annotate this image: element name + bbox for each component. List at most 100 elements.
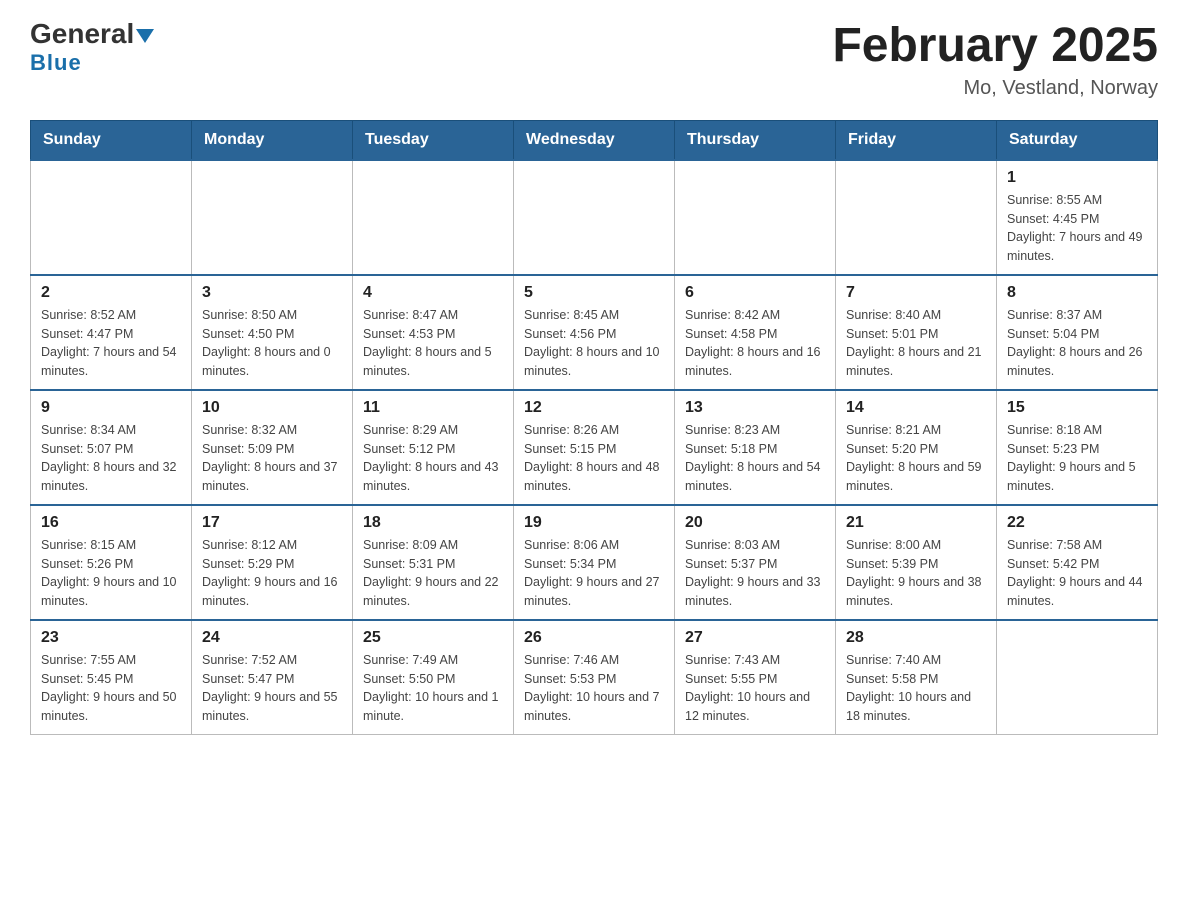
calendar-cell: 27 Sunrise: 7:43 AMSunset: 5:55 PMDayligh… [675,620,836,735]
day-info: Sunrise: 8:15 AMSunset: 5:26 PMDaylight:… [41,536,181,611]
calendar-cell: 28 Sunrise: 7:40 AMSunset: 5:58 PMDayligh… [836,620,997,735]
day-info: Sunrise: 8:55 AMSunset: 4:45 PMDaylight:… [1007,191,1147,266]
week-row-0: 1 Sunrise: 8:55 AMSunset: 4:45 PMDaylight… [31,160,1158,275]
col-thursday: Thursday [675,120,836,160]
day-number: 12 [524,399,664,417]
day-number: 16 [41,514,181,532]
day-number: 10 [202,399,342,417]
day-info: Sunrise: 8:52 AMSunset: 4:47 PMDaylight:… [41,306,181,381]
calendar-cell: 9 Sunrise: 8:34 AMSunset: 5:07 PMDaylight… [31,390,192,505]
day-info: Sunrise: 8:21 AMSunset: 5:20 PMDaylight:… [846,421,986,496]
day-info: Sunrise: 7:52 AMSunset: 5:47 PMDaylight:… [202,651,342,726]
calendar-cell: 25Sunrise: 7:49 AMSunset: 5:50 PMDayligh… [353,620,514,735]
day-info: Sunrise: 8:03 AMSunset: 5:37 PMDaylight:… [685,536,825,611]
calendar-cell: 15Sunrise: 8:18 AMSunset: 5:23 PMDayligh… [997,390,1158,505]
day-number: 21 [846,514,986,532]
day-number: 17 [202,514,342,532]
calendar-cell: 8 Sunrise: 8:37 AMSunset: 5:04 PMDaylight… [997,275,1158,390]
calendar-cell: 14 Sunrise: 8:21 AMSunset: 5:20 PMDayligh… [836,390,997,505]
calendar-cell [192,160,353,275]
day-number: 8 [1007,284,1147,302]
logo-blue: Blue [30,50,82,76]
calendar-cell: 20 Sunrise: 8:03 AMSunset: 5:37 PMDayligh… [675,505,836,620]
calendar-cell: 2 Sunrise: 8:52 AMSunset: 4:47 PMDaylight… [31,275,192,390]
calendar-cell: 22 Sunrise: 7:58 AMSunset: 5:42 PMDayligh… [997,505,1158,620]
logo-general: General [30,20,154,48]
calendar-cell: 7 Sunrise: 8:40 AMSunset: 5:01 PMDaylight… [836,275,997,390]
calendar-cell: 6 Sunrise: 8:42 AMSunset: 4:58 PMDaylight… [675,275,836,390]
day-info: Sunrise: 7:46 AMSunset: 5:53 PMDaylight:… [524,651,664,726]
day-info: Sunrise: 8:00 AMSunset: 5:39 PMDaylight:… [846,536,986,611]
day-number: 27 [685,629,825,647]
day-number: 2 [41,284,181,302]
day-info: Sunrise: 7:55 AMSunset: 5:45 PMDaylight:… [41,651,181,726]
day-info: Sunrise: 8:34 AMSunset: 5:07 PMDaylight:… [41,421,181,496]
day-info: Sunrise: 7:40 AMSunset: 5:58 PMDaylight:… [846,651,986,726]
calendar-header-row: Sunday Monday Tuesday Wednesday Thursday… [31,120,1158,160]
day-info: Sunrise: 8:26 AMSunset: 5:15 PMDaylight:… [524,421,664,496]
day-number: 1 [1007,169,1147,187]
col-friday: Friday [836,120,997,160]
calendar-cell: 24Sunrise: 7:52 AMSunset: 5:47 PMDayligh… [192,620,353,735]
day-number: 3 [202,284,342,302]
day-info: Sunrise: 7:49 AMSunset: 5:50 PMDaylight:… [363,651,503,726]
col-saturday: Saturday [997,120,1158,160]
calendar-cell: 10 Sunrise: 8:32 AMSunset: 5:09 PMDayligh… [192,390,353,505]
calendar-cell [353,160,514,275]
day-number: 5 [524,284,664,302]
day-info: Sunrise: 8:23 AMSunset: 5:18 PMDaylight:… [685,421,825,496]
calendar-cell: 18Sunrise: 8:09 AMSunset: 5:31 PMDayligh… [353,505,514,620]
calendar-table: Sunday Monday Tuesday Wednesday Thursday… [30,120,1158,735]
day-info: Sunrise: 7:58 AMSunset: 5:42 PMDaylight:… [1007,536,1147,611]
day-info: Sunrise: 8:12 AMSunset: 5:29 PMDaylight:… [202,536,342,611]
calendar-cell: 21 Sunrise: 8:00 AMSunset: 5:39 PMDayligh… [836,505,997,620]
day-number: 18 [363,514,503,532]
calendar-cell [997,620,1158,735]
logo: General Blue [30,20,154,76]
calendar-cell: 4 Sunrise: 8:47 AMSunset: 4:53 PMDaylight… [353,275,514,390]
day-number: 22 [1007,514,1147,532]
day-number: 4 [363,284,503,302]
day-number: 26 [524,629,664,647]
calendar-cell: 11 Sunrise: 8:29 AMSunset: 5:12 PMDayligh… [353,390,514,505]
day-info: Sunrise: 8:18 AMSunset: 5:23 PMDaylight:… [1007,421,1147,496]
day-number: 20 [685,514,825,532]
calendar-cell [514,160,675,275]
calendar-cell [675,160,836,275]
day-number: 11 [363,399,503,417]
calendar-cell: 17 Sunrise: 8:12 AMSunset: 5:29 PMDayligh… [192,505,353,620]
col-monday: Monday [192,120,353,160]
day-number: 19 [524,514,664,532]
day-number: 23 [41,629,181,647]
calendar-cell: 12 Sunrise: 8:26 AMSunset: 5:15 PMDayligh… [514,390,675,505]
calendar-cell: 13 Sunrise: 8:23 AMSunset: 5:18 PMDayligh… [675,390,836,505]
page-header: General Blue February 2025 Mo, Vestland,… [30,20,1158,100]
day-info: Sunrise: 8:40 AMSunset: 5:01 PMDaylight:… [846,306,986,381]
calendar-cell: 26 Sunrise: 7:46 AMSunset: 5:53 PMDayligh… [514,620,675,735]
day-info: Sunrise: 8:42 AMSunset: 4:58 PMDaylight:… [685,306,825,381]
day-number: 6 [685,284,825,302]
calendar-cell [31,160,192,275]
col-sunday: Sunday [31,120,192,160]
day-info: Sunrise: 8:37 AMSunset: 5:04 PMDaylight:… [1007,306,1147,381]
day-number: 28 [846,629,986,647]
day-info: Sunrise: 8:06 AMSunset: 5:34 PMDaylight:… [524,536,664,611]
day-info: Sunrise: 8:29 AMSunset: 5:12 PMDaylight:… [363,421,503,496]
week-row-1: 2 Sunrise: 8:52 AMSunset: 4:47 PMDaylight… [31,275,1158,390]
calendar-cell: 16 Sunrise: 8:15 AMSunset: 5:26 PMDayligh… [31,505,192,620]
day-number: 9 [41,399,181,417]
day-number: 14 [846,399,986,417]
day-info: Sunrise: 8:32 AMSunset: 5:09 PMDaylight:… [202,421,342,496]
day-info: Sunrise: 8:47 AMSunset: 4:53 PMDaylight:… [363,306,503,381]
title-block: February 2025 Mo, Vestland, Norway [832,20,1158,100]
week-row-3: 16 Sunrise: 8:15 AMSunset: 5:26 PMDayligh… [31,505,1158,620]
calendar-cell: 5Sunrise: 8:45 AMSunset: 4:56 PMDaylight… [514,275,675,390]
location-label: Mo, Vestland, Norway [832,77,1158,100]
calendar-cell: 23 Sunrise: 7:55 AMSunset: 5:45 PMDayligh… [31,620,192,735]
calendar-cell: 3Sunrise: 8:50 AMSunset: 4:50 PMDaylight… [192,275,353,390]
calendar-cell: 19 Sunrise: 8:06 AMSunset: 5:34 PMDayligh… [514,505,675,620]
calendar-cell: 1 Sunrise: 8:55 AMSunset: 4:45 PMDaylight… [997,160,1158,275]
day-number: 7 [846,284,986,302]
day-info: Sunrise: 7:43 AMSunset: 5:55 PMDaylight:… [685,651,825,726]
day-number: 13 [685,399,825,417]
